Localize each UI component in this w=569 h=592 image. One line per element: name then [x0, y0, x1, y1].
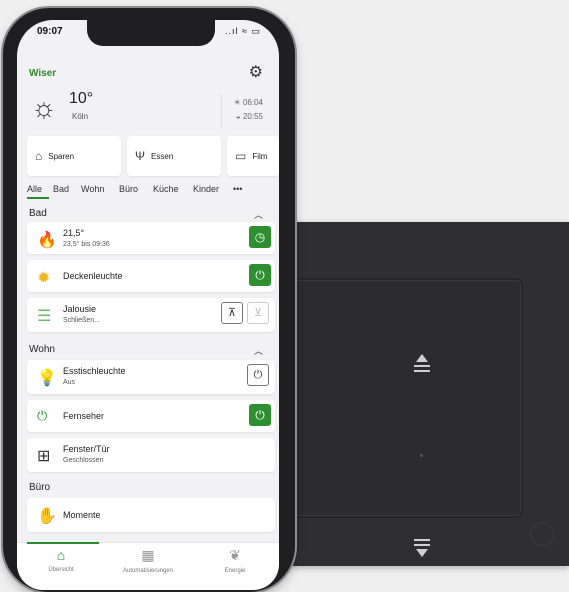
nav-active-indicator	[27, 542, 99, 544]
temperature: 10°	[69, 90, 94, 107]
tab-buero[interactable]: Büro	[119, 184, 138, 194]
device-blind[interactable]: ☰ Jalousie Schließen... ⊼ ⊻	[27, 298, 275, 332]
tab-kueche[interactable]: Küche	[153, 184, 179, 194]
tv-power-button[interactable]: ⏻	[249, 404, 271, 426]
scene-label: Essen	[151, 151, 174, 161]
heating-timer-button[interactable]: ◷	[249, 226, 271, 248]
device-ceiling-light[interactable]: ✹ Deckenleuchte ⏻	[27, 260, 275, 292]
ceiling-light-power-button[interactable]: ⏻	[249, 264, 271, 286]
center-dot	[420, 454, 423, 457]
piggy-bank-icon: ⌂	[35, 149, 43, 163]
tab-bad[interactable]: Bad	[53, 184, 69, 194]
nav-label: Energie	[224, 568, 246, 574]
scene-essen[interactable]: Ψ Essen	[127, 136, 221, 176]
tab-alle[interactable]: Alle	[27, 184, 42, 194]
blind-title: Jalousie	[63, 304, 97, 314]
wiser-logo: Wiser	[29, 68, 57, 79]
active-tab-indicator	[27, 197, 49, 199]
nav-automations[interactable]: ▦ Automatisierungen	[104, 547, 192, 574]
collapse-wohn-chevron-icon[interactable]: ︿	[254, 344, 263, 357]
sunset-icon: ◒	[235, 112, 243, 121]
section-buero: Büro	[29, 482, 51, 493]
scene-label: Film	[252, 151, 268, 161]
device-tv[interactable]: ⏻ Fernseher ⏻	[27, 400, 275, 432]
nav-label: Automatisierungen	[122, 568, 174, 574]
dining-light-sub: Aus	[63, 379, 76, 386]
city: Köln	[72, 112, 89, 121]
wall-switch-panel	[272, 222, 569, 566]
heating-temp: 21,5°	[63, 228, 85, 238]
flame-icon: 🔥	[37, 232, 57, 249]
more-tabs-button[interactable]: •••	[233, 184, 242, 194]
nav-overview[interactable]: ⌂ Übersicht	[17, 547, 105, 573]
sunrise-time: 06:04	[242, 98, 263, 107]
phone-notch	[87, 20, 215, 46]
home-icon: ⌂	[56, 547, 66, 563]
scene-label: Sparen	[48, 151, 75, 161]
heating-sub: 23,5° bis 09:36	[63, 241, 110, 248]
tv-title: Fernseher	[63, 411, 105, 421]
window-icon: ⊞	[37, 448, 51, 465]
section-bad: Bad	[29, 208, 47, 219]
device-heating[interactable]: 🔥 21,5° 23,5° bis 09:36 ◷	[27, 222, 275, 254]
device-dining-light[interactable]: 💡 Esstischleuchte Aus ⏻	[27, 360, 275, 394]
dining-light-power-button[interactable]: ⏻	[247, 364, 269, 386]
sun-icon: ☼	[31, 92, 57, 123]
section-wohn: Wohn	[29, 344, 55, 355]
app-screen: 09:07 ..ıl ≈ ▭ Wiser ⚙ ☼ 10° Köln ☀ 06:0…	[17, 20, 279, 590]
panel-logo-icon	[530, 522, 554, 546]
divider	[221, 94, 222, 128]
moments-icon: ✋	[37, 508, 57, 525]
blind-down-icon	[414, 539, 430, 557]
blind-up-icon	[414, 354, 430, 372]
bottom-navigation: ⌂ Übersicht ▦ Automatisierungen ❦ Energi…	[17, 542, 279, 590]
blind-icon: ☰	[37, 308, 52, 325]
phone-device: 09:07 ..ıl ≈ ▭ Wiser ⚙ ☼ 10° Köln ☀ 06:0…	[3, 8, 295, 592]
status-indicators: ..ıl ≈ ▭	[225, 26, 261, 36]
window-sub: Geschlossen	[63, 457, 104, 464]
ceiling-light-title: Deckenleuchte	[63, 271, 123, 281]
lamp-icon: 💡	[37, 370, 57, 387]
device-window[interactable]: ⊞ Fenster/Tür Geschlossen	[27, 438, 275, 472]
device-moments[interactable]: ✋ Momente	[27, 498, 275, 532]
blind-down-button[interactable]: ⊻	[247, 302, 269, 324]
sunrise-icon: ☀	[233, 98, 243, 107]
scene-film[interactable]: ▭ Film	[227, 136, 279, 176]
scene-row: ⌂ Sparen Ψ Essen ▭ Film	[27, 136, 279, 178]
tab-kinder[interactable]: Kinder	[193, 184, 219, 194]
switch-rocker[interactable]	[292, 278, 523, 557]
sun-times: ☀ 06:04 ◒ 20:55	[234, 96, 263, 124]
grid-icon: ▦	[141, 547, 155, 563]
status-time: 09:07	[37, 26, 63, 37]
scene-sparen[interactable]: ⌂ Sparen	[27, 136, 121, 176]
blind-sub: Schließen...	[63, 317, 100, 324]
blind-up-button[interactable]: ⊼	[221, 302, 243, 324]
gear-icon[interactable]: ⚙	[249, 62, 263, 82]
nav-label: Übersicht	[48, 567, 74, 573]
nav-energy[interactable]: ❦ Energie	[191, 547, 279, 574]
bulb-icon: ✹	[37, 270, 51, 287]
collapse-bad-chevron-icon[interactable]: ︿	[254, 208, 263, 221]
window-title: Fenster/Tür	[63, 444, 110, 454]
leaf-icon: ❦	[229, 547, 241, 563]
dining-icon: Ψ	[135, 149, 146, 163]
tv-power-icon: ⏻	[37, 408, 48, 423]
tab-wohn[interactable]: Wohn	[81, 184, 104, 194]
dining-light-title: Esstischleuchte	[63, 366, 126, 376]
moments-title: Momente	[63, 510, 101, 520]
tv-icon: ▭	[235, 149, 247, 163]
sunset-time: 20:55	[242, 112, 263, 121]
